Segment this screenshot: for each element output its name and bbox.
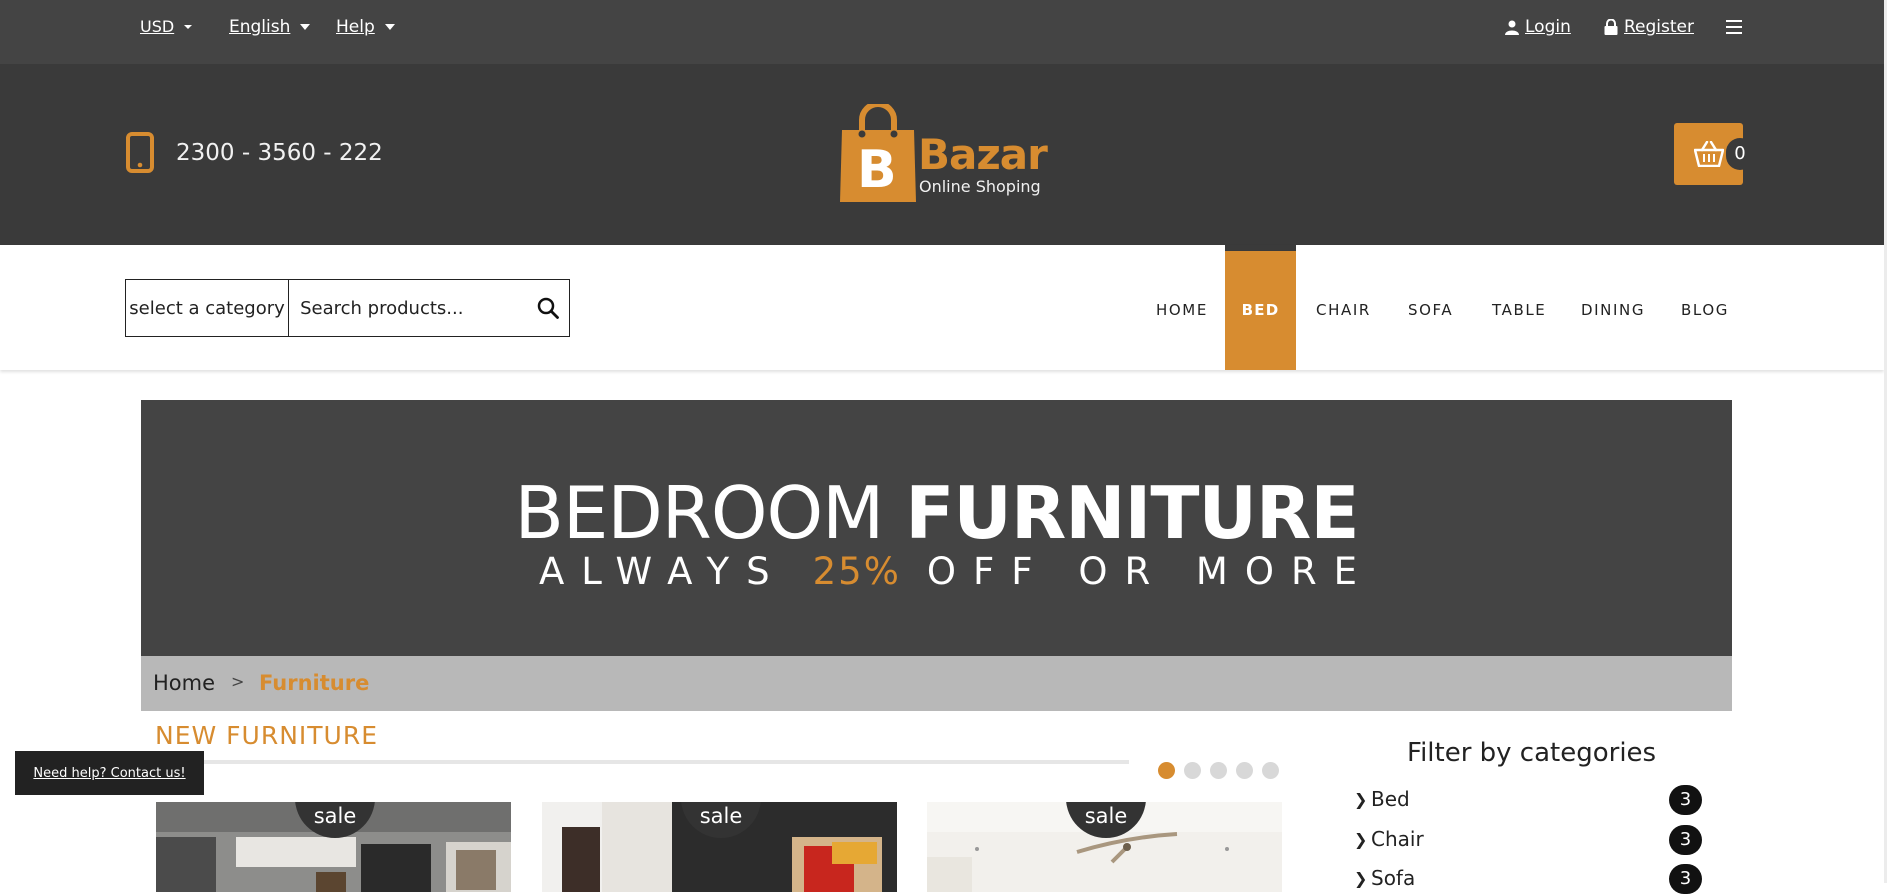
product-card[interactable]: sale xyxy=(156,802,511,892)
logo-letter: B xyxy=(857,140,897,200)
carousel-dot[interactable] xyxy=(1184,762,1201,779)
phone-number: 2300 - 3560 - 222 xyxy=(176,140,383,166)
filter-item-bed[interactable]: ❯ Bed 3 xyxy=(1354,785,1702,815)
hero-banner: BEDROOM FURNITURE ALWAYS 25% OFF OR MORE xyxy=(141,400,1732,656)
sale-badge-label: sale xyxy=(699,804,743,828)
carousel-dot[interactable] xyxy=(1210,762,1227,779)
nav-bed[interactable]: BED xyxy=(1225,245,1296,370)
nav-dining[interactable]: DINING xyxy=(1581,301,1645,319)
top-bar: USD English Help Login Register xyxy=(0,0,1884,64)
filter-item-count: 3 xyxy=(1669,785,1702,815)
filter-item-label: Chair xyxy=(1371,827,1424,851)
chevron-down-icon xyxy=(384,24,395,30)
carousel-dot[interactable] xyxy=(1158,762,1175,779)
basket-icon xyxy=(1694,141,1724,167)
sale-badge-label: sale xyxy=(1084,804,1128,828)
nav-sofa[interactable]: SOFA xyxy=(1408,301,1453,319)
register-link[interactable]: Register xyxy=(1604,17,1694,37)
help-dropdown[interactable]: Help xyxy=(336,17,395,37)
carousel-dot[interactable] xyxy=(1236,762,1253,779)
filter-title: Filter by categories xyxy=(1407,738,1657,768)
carousel-dots xyxy=(1158,762,1279,779)
carousel-dot[interactable] xyxy=(1262,762,1279,779)
filter-item-label: Bed xyxy=(1371,787,1410,811)
filter-item-count: 3 xyxy=(1669,825,1702,855)
search-form: select a category xyxy=(125,279,570,337)
product-card[interactable]: sale xyxy=(927,802,1282,892)
help-label: Help xyxy=(336,17,375,37)
nav-home[interactable]: HOME xyxy=(1156,301,1208,319)
phone-icon xyxy=(126,132,154,173)
banner-sub-pre: ALWAYS xyxy=(539,550,787,593)
breadcrumb-current: Furniture xyxy=(259,671,370,695)
breadcrumb: Home > Furniture xyxy=(141,656,1732,711)
site-header: 2300 - 3560 - 222 B Bazar Online Shoping… xyxy=(0,64,1884,245)
user-icon xyxy=(1505,20,1519,35)
login-link[interactable]: Login xyxy=(1505,17,1571,37)
breadcrumb-home[interactable]: Home xyxy=(153,671,215,695)
chevron-down-icon xyxy=(300,24,311,30)
help-contact-link[interactable]: Need help? Contact us! xyxy=(15,751,204,795)
banner-subtitle: ALWAYS 25% OFF OR MORE xyxy=(539,550,1374,593)
language-dropdown[interactable]: English xyxy=(229,17,311,37)
sale-badge-label: sale xyxy=(313,804,357,828)
filter-item-sofa[interactable]: ❯ Sofa 3 xyxy=(1354,864,1702,894)
nav-chair[interactable]: CHAIR xyxy=(1316,301,1371,319)
logo-tagline: Online Shoping xyxy=(919,177,1041,196)
breadcrumb-separator: > xyxy=(231,672,245,691)
chevron-right-icon: ❯ xyxy=(1354,830,1368,849)
search-input[interactable] xyxy=(289,280,528,336)
banner-discount: 25% xyxy=(812,550,901,593)
chevron-right-icon: ❯ xyxy=(1354,869,1368,888)
banner-sub-post: OFF OR MORE xyxy=(926,550,1375,593)
banner-title: BEDROOM FURNITURE xyxy=(141,471,1732,555)
cart-count-badge: 0 xyxy=(1726,138,1754,170)
login-label: Login xyxy=(1525,17,1571,37)
chevron-down-icon xyxy=(184,24,193,29)
register-label: Register xyxy=(1624,17,1694,37)
banner-title-bold: FURNITURE xyxy=(905,471,1359,555)
category-select[interactable]: select a category xyxy=(126,280,290,336)
nav-bed-label: BED xyxy=(1241,301,1280,319)
nav-table[interactable]: TABLE xyxy=(1492,301,1546,319)
search-button[interactable] xyxy=(527,280,569,336)
currency-label: USD xyxy=(140,17,175,36)
filter-item-chair[interactable]: ❯ Chair 3 xyxy=(1354,825,1702,855)
site-logo[interactable]: B Bazar Online Shoping xyxy=(838,104,1048,204)
slider-progress-track xyxy=(155,760,1129,764)
nav-blog[interactable]: BLOG xyxy=(1681,301,1729,319)
filter-item-label: Sofa xyxy=(1371,866,1416,890)
chevron-right-icon: ❯ xyxy=(1354,790,1368,809)
navigation-bar: select a category HOME BED CHAIR SOFA TA… xyxy=(0,245,1884,370)
filter-item-count: 3 xyxy=(1669,864,1702,894)
currency-dropdown[interactable]: USD xyxy=(140,17,193,36)
search-icon xyxy=(537,297,559,319)
section-title: NEW FURNITURE xyxy=(155,721,379,750)
lock-icon xyxy=(1604,19,1618,35)
language-label: English xyxy=(229,17,291,37)
product-card[interactable]: sale xyxy=(542,802,897,892)
hamburger-menu-icon[interactable] xyxy=(1726,20,1742,34)
banner-title-light: BEDROOM xyxy=(514,471,884,555)
logo-word: Bazar xyxy=(918,130,1048,179)
